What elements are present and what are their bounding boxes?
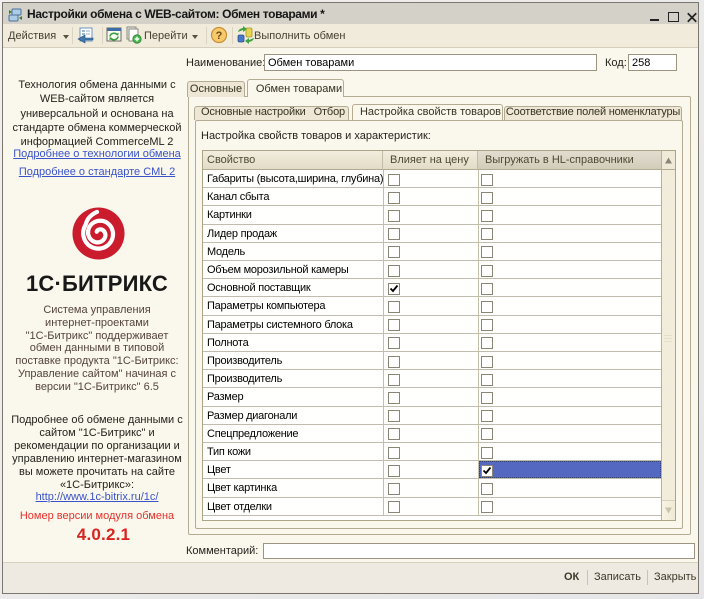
svg-text:?: ? [216, 30, 223, 42]
